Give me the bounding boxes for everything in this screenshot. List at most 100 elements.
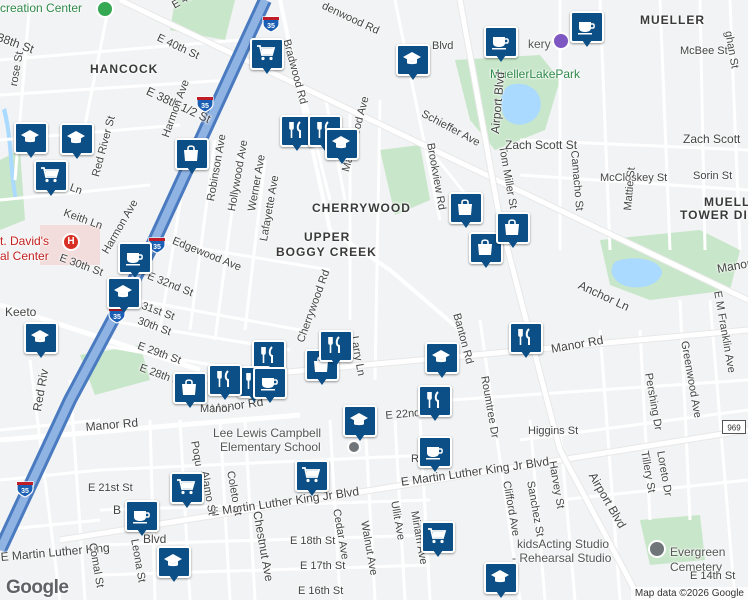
map-marker-coffee[interactable] — [484, 26, 518, 64]
area-label-upper: UPPER — [304, 230, 351, 244]
map-marker-restaurant[interactable] — [418, 385, 452, 423]
school-icon — [350, 413, 368, 426]
coffee-icon — [492, 37, 509, 50]
map-marker-school[interactable] — [24, 322, 58, 360]
map-marker-coffee[interactable] — [570, 11, 604, 49]
interstate-shield-icon: 35 — [262, 15, 280, 33]
svg-text:35: 35 — [21, 488, 29, 495]
restaurant-icon — [328, 336, 340, 353]
place-label-kidsacting-line1[interactable]: kidsActing Studio — [517, 537, 609, 551]
street-label: E 18th St — [290, 535, 336, 547]
school-icon — [114, 285, 132, 298]
street-label: E 17th St — [300, 560, 346, 572]
map-marker-school[interactable] — [343, 405, 377, 443]
shopping-bag-icon — [458, 199, 472, 215]
map-marker-shopping-bag[interactable] — [449, 192, 483, 230]
map-marker-coffee[interactable] — [125, 500, 159, 538]
street-label: McBee St — [680, 45, 728, 57]
map-marker-restaurant[interactable] — [208, 364, 242, 402]
school-icon — [491, 570, 509, 583]
map-attribution[interactable]: Map data ©2026 Google — [630, 587, 748, 600]
svg-text:35: 35 — [201, 103, 209, 110]
street-label: Zach Scott St — [505, 138, 578, 152]
area-label-tower-district: TOWER DISTR — [680, 208, 748, 222]
street-label: E 21st St — [88, 482, 133, 494]
street-label: B — [113, 503, 122, 517]
map-marker-grocery-cart[interactable] — [170, 472, 204, 510]
map-marker-coffee[interactable] — [253, 367, 287, 405]
area-label-hancock: HANCOCK — [90, 62, 159, 76]
grocery-cart-icon — [257, 45, 276, 61]
school-icon — [332, 136, 350, 149]
map-marker-school[interactable] — [107, 277, 141, 315]
map-marker-school[interactable] — [396, 44, 430, 82]
map-marker-school[interactable] — [425, 342, 459, 380]
map-marker-shopping-bag[interactable] — [173, 372, 207, 410]
area-label-mueller-2: MUELLER — [704, 195, 748, 209]
map-marker-school[interactable] — [325, 128, 359, 166]
area-label-cherrywood: CHERRYWOOD — [312, 201, 411, 215]
interstate-shield-icon: 35 — [16, 480, 34, 498]
place-label-recreation-center[interactable]: creation Center — [0, 1, 82, 15]
place-label-st-davids[interactable]: t. David's — [0, 234, 49, 248]
map-marker-school[interactable] — [157, 546, 191, 584]
map-marker-school[interactable] — [60, 123, 94, 161]
interstate-shield-icon: 35 — [196, 95, 214, 113]
place-label-kidsacting-line2[interactable]: - Rehearsal Studio — [512, 551, 611, 565]
restaurant-icon — [518, 328, 530, 345]
area-label-boggy-creek: BOGGY CREEK — [276, 245, 377, 259]
hospital-icon[interactable]: H — [62, 233, 80, 251]
street-label: E 14th St — [690, 570, 736, 582]
grocery-cart-icon — [428, 528, 447, 544]
street-label: Zach Scott — [683, 132, 741, 146]
place-label-bakery[interactable]: kery — [528, 37, 551, 51]
map-marker-grocery-cart[interactable] — [295, 460, 329, 498]
map-marker-grocery-cart[interactable] — [250, 38, 284, 76]
school-icon — [21, 130, 39, 143]
place-label-school-line2[interactable]: Elementary School — [220, 440, 321, 454]
school-icon — [67, 131, 85, 144]
place-label-school-line1[interactable]: Lee Lewis Campbell — [213, 426, 321, 440]
school-icon — [432, 350, 450, 363]
map-marker-coffee[interactable] — [118, 242, 152, 280]
map-marker-school[interactable] — [484, 562, 518, 600]
map-marker-coffee[interactable] — [418, 436, 452, 474]
recreation-pin-icon[interactable] — [96, 0, 114, 18]
school-icon — [164, 554, 182, 567]
svg-text:35: 35 — [153, 244, 161, 251]
place-label-evergreen[interactable]: Evergreen — [670, 545, 725, 559]
school-icon — [403, 52, 421, 65]
area-label-mueller: MUELLER — [640, 13, 705, 27]
map-marker-shopping-bag[interactable] — [496, 212, 530, 250]
place-label-medical-center[interactable]: al Center — [0, 249, 49, 263]
restaurant-icon — [427, 391, 439, 408]
coffee-icon — [426, 447, 443, 460]
shopping-bag-icon — [182, 379, 196, 395]
google-logo[interactable]: Google — [6, 577, 69, 599]
restaurant-icon — [289, 121, 301, 138]
shopping-bag-icon — [184, 145, 198, 161]
coffee-icon — [126, 253, 143, 266]
map-marker-restaurant[interactable] — [319, 330, 353, 368]
coffee-icon — [261, 378, 278, 391]
cemetery-pin-icon[interactable] — [648, 540, 666, 558]
map-marker-grocery-cart[interactable] — [421, 521, 455, 559]
svg-text:969: 969 — [727, 424, 741, 433]
street-label: Blvd — [432, 40, 454, 52]
school-icon — [31, 330, 49, 343]
museum-pin-icon[interactable] — [552, 32, 570, 50]
svg-text:35: 35 — [113, 314, 121, 321]
svg-text:35: 35 — [267, 23, 275, 30]
grocery-cart-icon — [41, 167, 60, 183]
shopping-bag-icon — [478, 239, 492, 255]
grocery-cart-icon — [302, 467, 321, 483]
restaurant-icon — [217, 370, 229, 387]
grocery-cart-icon — [177, 479, 196, 495]
coffee-icon — [133, 511, 150, 524]
shopping-bag-icon — [505, 219, 519, 235]
map-marker-shopping-bag[interactable] — [175, 138, 209, 176]
map-marker-school[interactable] — [14, 122, 48, 160]
map-marker-grocery-cart[interactable] — [34, 160, 68, 198]
map-marker-restaurant[interactable] — [509, 322, 543, 360]
route-shield-icon: 969 — [722, 420, 746, 434]
